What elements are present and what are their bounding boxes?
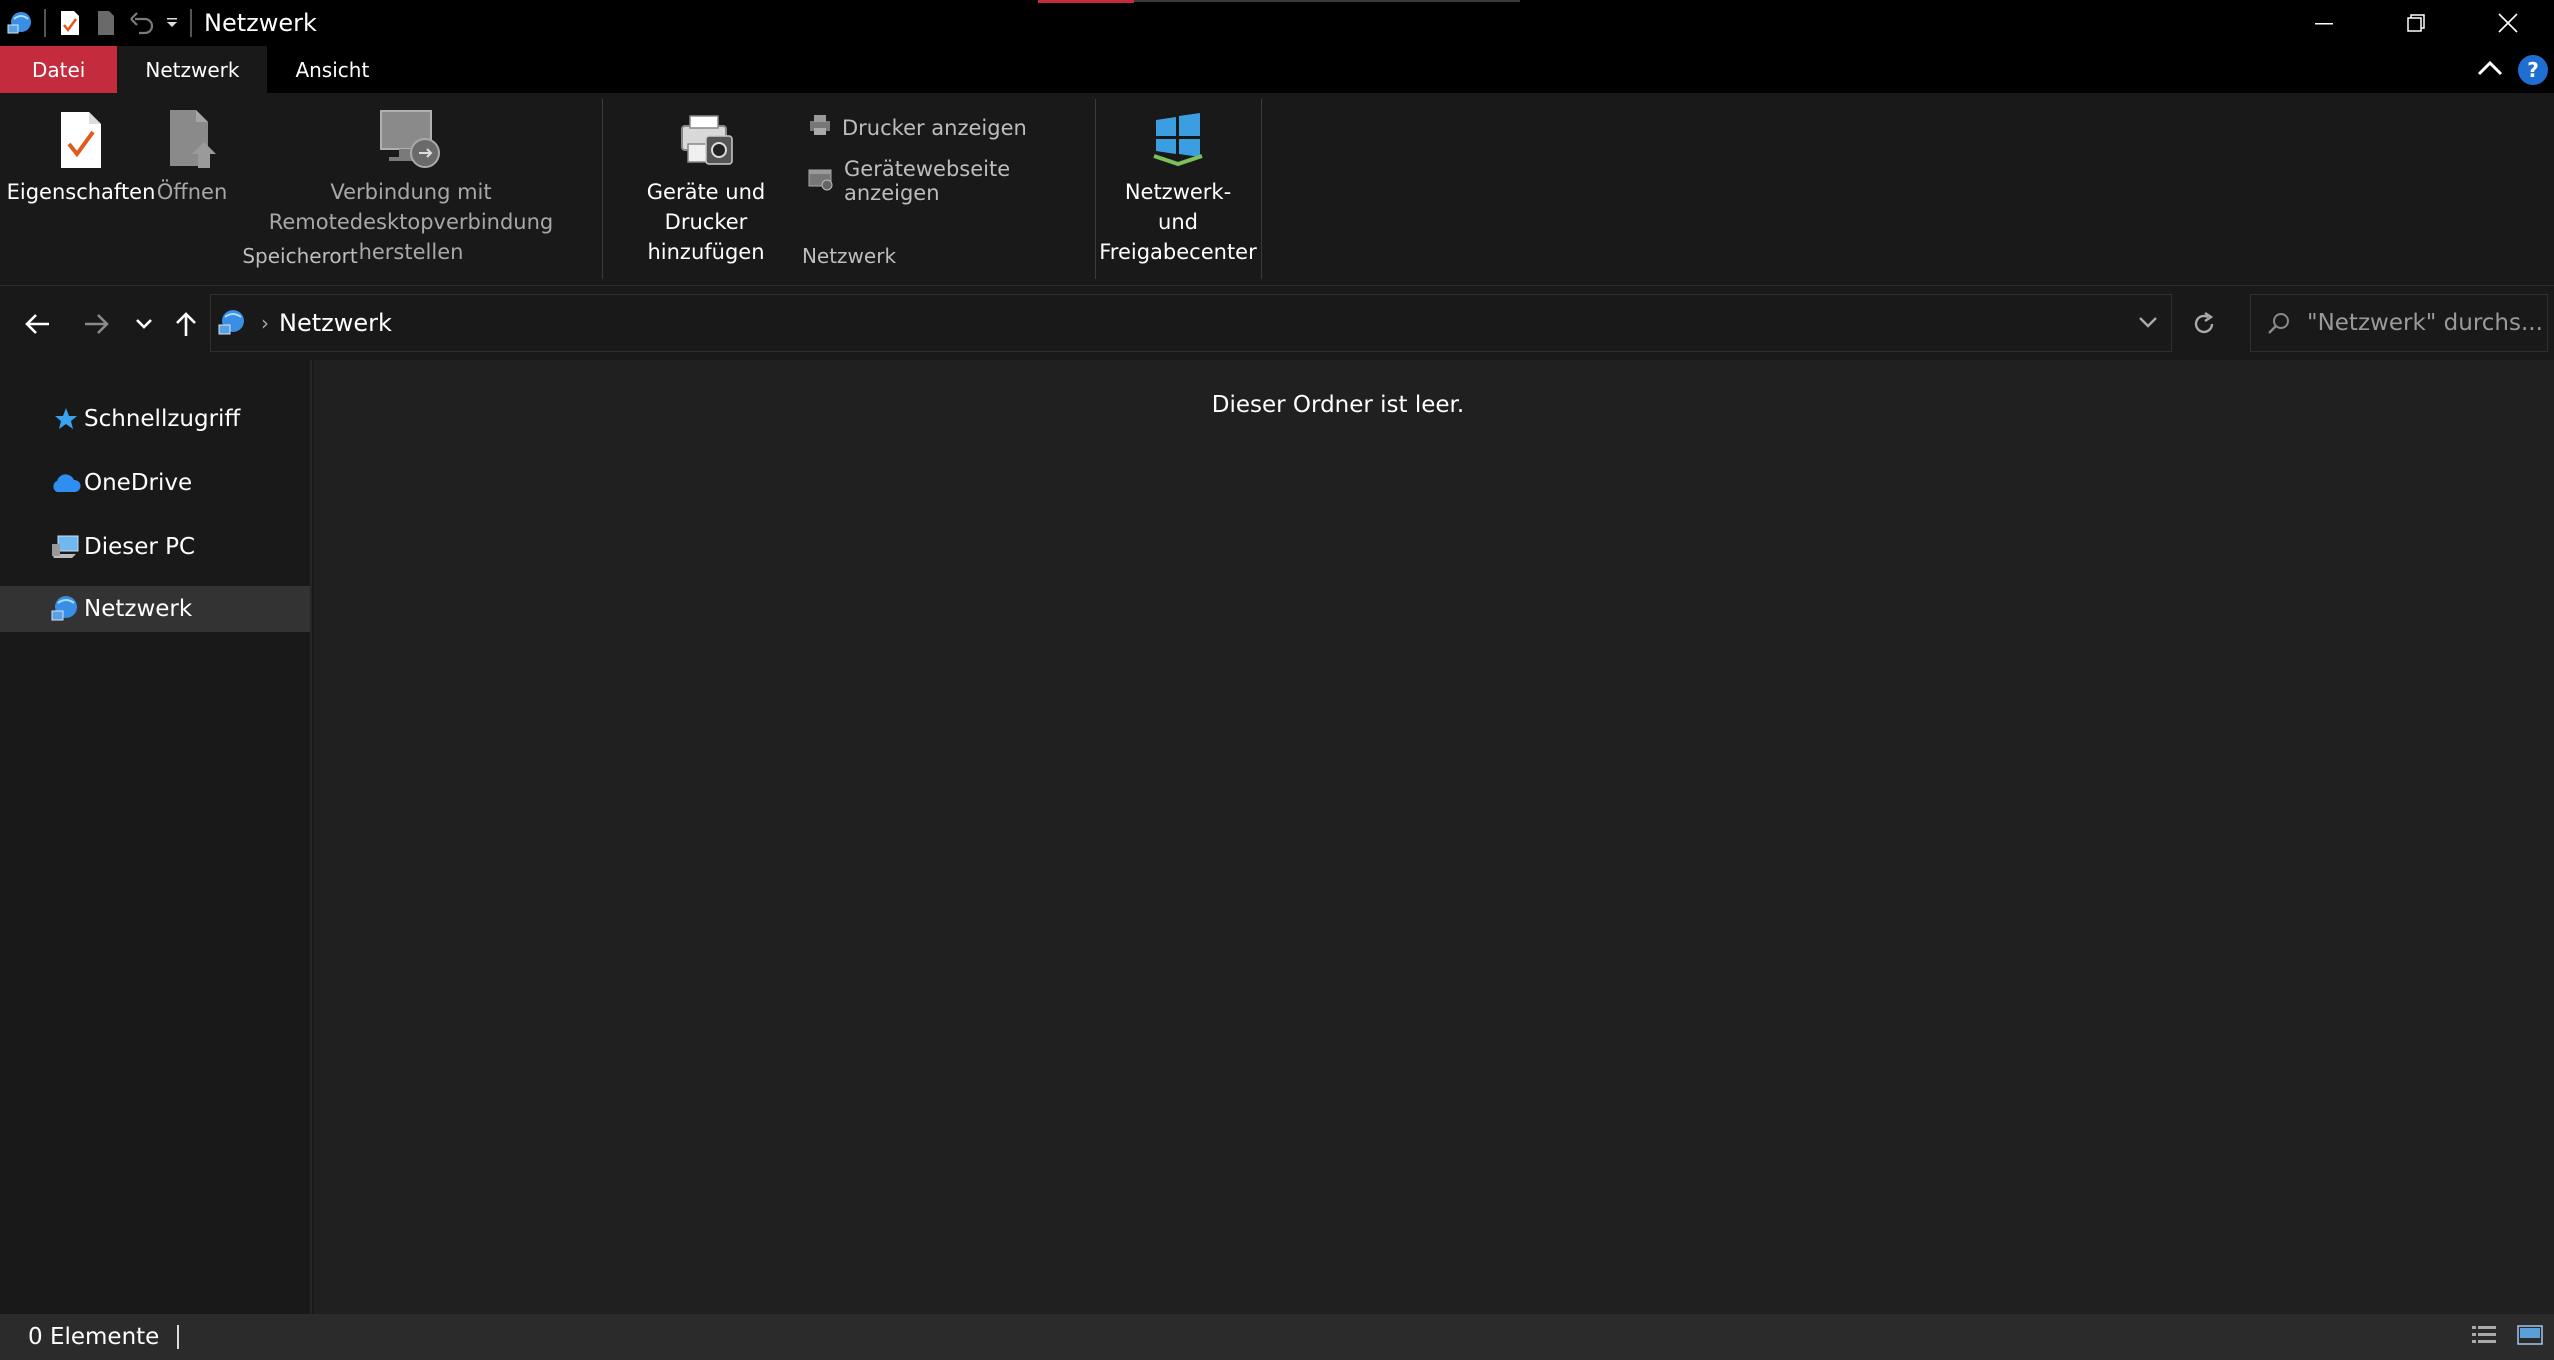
empty-folder-text: Dieser Ordner ist leer. — [1211, 392, 1465, 418]
ribbon-tab-controls: ? — [2476, 46, 2554, 93]
ribbon-group-network-center: Netzwerk- und Freigabecenter — [1096, 93, 1260, 286]
properties-quick-icon[interactable] — [52, 0, 88, 46]
show-printers-label: Drucker anzeigen — [842, 115, 1027, 140]
large-icons-view-icon[interactable] — [2516, 1323, 2544, 1351]
network-sharing-center-line2: Freigabecenter — [1099, 240, 1257, 264]
title-accent-track — [1134, 0, 1520, 2]
remote-desktop-button[interactable]: Verbindung mit Remotedesktopverbindung h… — [236, 105, 586, 267]
ribbon-group-separator — [1261, 99, 1262, 279]
minimize-button[interactable] — [2278, 0, 2370, 46]
explorer-window: Netzwerk Datei Netzwerk Ansicht ? Eigens… — [0, 0, 2554, 1360]
nav-item-dieser-pc[interactable]: Dieser PC — [0, 524, 312, 570]
network-location-icon — [217, 308, 247, 338]
customize-toolbar-chevron-icon[interactable] — [160, 0, 184, 46]
title-bar: Netzwerk — [0, 0, 2554, 46]
collapse-ribbon-chevron-up-icon[interactable] — [2476, 58, 2504, 82]
remote-desktop-label-line1: Verbindung mit — [330, 180, 492, 204]
status-bar: 0 Elemente — [0, 1314, 2554, 1360]
nav-item-label: Schnellzugriff — [84, 406, 241, 432]
star-icon — [46, 406, 84, 432]
navigation-row: › Netzwerk "Netzwerk" durchs... — [0, 286, 2554, 360]
tab-datei[interactable]: Datei — [0, 46, 118, 93]
open-icon — [166, 105, 218, 175]
recent-locations-chevron-icon[interactable] — [124, 304, 164, 344]
address-bar[interactable]: › Netzwerk — [210, 294, 2172, 352]
search-icon — [2251, 310, 2307, 336]
device-webpage-icon — [808, 167, 834, 196]
open-label: Öffnen — [156, 180, 228, 204]
nav-item-label: Dieser PC — [84, 534, 196, 560]
tab-netzwerk[interactable]: Netzwerk — [117, 46, 268, 93]
toolbar-separator — [44, 9, 46, 37]
window-controls — [2278, 0, 2554, 46]
devices-printers-icon — [676, 105, 736, 175]
properties-icon — [57, 105, 105, 175]
quick-access-toolbar — [0, 0, 198, 46]
status-separator — [177, 1325, 180, 1349]
network-icon — [46, 594, 84, 624]
cloud-icon — [46, 472, 84, 494]
forward-button[interactable] — [76, 304, 116, 344]
computer-icon — [46, 534, 84, 560]
back-button[interactable] — [18, 304, 58, 344]
address-history-chevron-icon[interactable] — [2137, 309, 2159, 339]
file-list-area[interactable]: Dieser Ordner ist leer. — [314, 360, 2554, 1314]
restore-button[interactable] — [2370, 0, 2462, 46]
ribbon-body: Eigenschaften Öffnen Verbindung mit Remo… — [0, 93, 2554, 286]
nav-item-label: OneDrive — [84, 470, 193, 496]
details-view-icon[interactable] — [2470, 1323, 2498, 1351]
refresh-button[interactable] — [2182, 302, 2226, 346]
ribbon-tabs: Datei Netzwerk Ansicht ? — [0, 46, 2554, 93]
view-buttons — [2470, 1314, 2544, 1360]
breadcrumb-netzwerk[interactable]: Netzwerk — [279, 309, 392, 337]
empty-folder-message: Dieser Ordner ist leer. — [314, 392, 2554, 418]
search-placeholder: "Netzwerk" durchs... — [2307, 310, 2543, 336]
remote-desktop-icon — [377, 105, 445, 175]
ribbon-group-netzwerk: Geräte und Drucker hinzufügen Drucker an… — [604, 93, 1094, 286]
new-folder-quick-icon[interactable] — [88, 0, 124, 46]
item-count: 0 Elemente — [28, 1324, 160, 1350]
properties-button[interactable]: Eigenschaften — [7, 105, 155, 207]
network-sharing-center-icon — [1150, 105, 1206, 175]
network-app-icon[interactable] — [2, 0, 38, 46]
ribbon-group-separator — [602, 99, 603, 279]
toolbar-separator — [190, 9, 192, 37]
properties-label: Eigenschaften — [6, 180, 156, 204]
nav-item-netzwerk[interactable]: Netzwerk — [0, 586, 310, 632]
ribbon-group-speicherort: Eigenschaften Öffnen Verbindung mit Remo… — [0, 93, 600, 286]
up-button[interactable] — [166, 304, 206, 344]
group-label-speicherort: Speicherort — [242, 244, 358, 268]
show-device-webpage-label: Gerätewebseite anzeigen — [844, 157, 1011, 205]
show-device-webpage-button[interactable]: Gerätewebseite anzeigen — [808, 157, 1094, 205]
network-sharing-center-button[interactable]: Netzwerk- und Freigabecenter — [1099, 105, 1257, 267]
network-sharing-center-line1: Netzwerk- und — [1124, 180, 1232, 234]
add-devices-label-line1: Geräte und Drucker — [646, 180, 766, 234]
window-title: Netzwerk — [204, 9, 317, 37]
nav-item-label: Netzwerk — [84, 596, 193, 622]
nav-item-onedrive[interactable]: OneDrive — [0, 460, 312, 506]
open-button[interactable]: Öffnen — [156, 105, 228, 207]
show-printers-button[interactable]: Drucker anzeigen — [808, 113, 1027, 142]
search-box[interactable]: "Netzwerk" durchs... — [2250, 294, 2548, 352]
group-label-netzwerk: Netzwerk — [801, 244, 897, 268]
navigation-pane: Schnellzugriff OneDrive Dieser PC Netzwe… — [0, 360, 312, 1314]
printer-icon — [808, 113, 832, 142]
breadcrumb-separator-icon[interactable]: › — [261, 311, 269, 335]
close-button[interactable] — [2462, 0, 2554, 46]
nav-item-schnellzugriff[interactable]: Schnellzugriff — [0, 396, 312, 442]
add-devices-button[interactable]: Geräte und Drucker hinzufügen — [608, 105, 804, 267]
tab-ansicht[interactable]: Ansicht — [267, 46, 397, 93]
help-icon[interactable]: ? — [2518, 54, 2548, 85]
title-accent-bar — [1038, 0, 1134, 3]
undo-icon[interactable] — [124, 0, 160, 46]
